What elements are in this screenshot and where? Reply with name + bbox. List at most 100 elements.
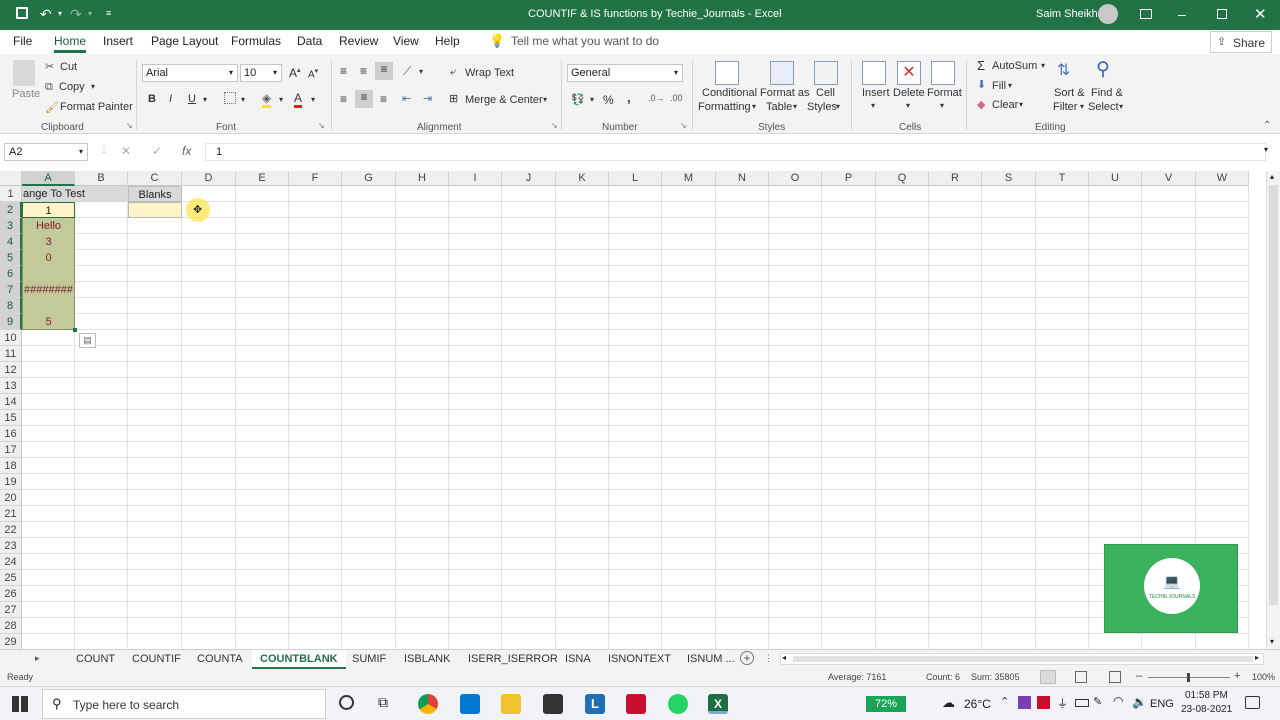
menu-file[interactable]: File [13,34,32,48]
merge-center-icon[interactable]: ⊞ [449,92,458,105]
insert-cells-icon[interactable] [862,61,886,85]
find-select-label-2[interactable]: Select [1088,101,1119,113]
row-header-22[interactable]: 22 [0,522,22,538]
row-header-29[interactable]: 29 [0,634,22,649]
column-header-h[interactable]: H [396,171,449,186]
wrap-text-button[interactable]: Wrap Text [465,67,514,79]
quick-analysis-icon[interactable]: ▤ [79,333,96,348]
column-header-i[interactable]: I [449,171,502,186]
column-header-a[interactable]: A [22,171,75,186]
status-count[interactable]: Count: 6 [926,672,960,682]
row-header-28[interactable]: 28 [0,618,22,634]
italic-button[interactable]: I [169,93,172,105]
column-header-e[interactable]: E [236,171,289,186]
undo-dropdown-icon[interactable]: ▾ [58,9,62,18]
chrome-icon[interactable] [418,694,438,714]
row-header-24[interactable]: 24 [0,554,22,570]
row-header-1[interactable]: 1 [0,186,22,202]
increase-decimal-icon[interactable]: .0→ [648,93,665,103]
number-launcher-icon[interactable]: ↘ [680,121,687,130]
wifi-icon[interactable]: ◠ [1113,694,1123,708]
menu-review[interactable]: Review [339,34,378,48]
select-all-corner[interactable] [0,171,22,186]
menu-insert[interactable]: Insert [103,34,133,48]
format-as-table-label-2[interactable]: Table [766,101,792,113]
column-header-l[interactable]: L [609,171,662,186]
copy-icon[interactable]: ⧉ [45,81,53,94]
percent-icon[interactable]: % [603,93,614,107]
decrease-decimal-icon[interactable]: .00 [670,93,683,103]
autosum-button[interactable]: AutoSum [992,60,1037,72]
cell-a3[interactable]: Hello [22,218,75,234]
column-header-w[interactable]: W [1196,171,1249,186]
whatsapp-icon[interactable] [668,694,688,714]
volume-icon[interactable]: 🔉 [1132,695,1147,709]
undo-icon[interactable]: ↶ [40,6,52,23]
column-header-f[interactable]: F [289,171,342,186]
row-header-18[interactable]: 18 [0,458,22,474]
vertical-scrollbar[interactable]: ▴ ▾ [1266,171,1280,649]
find-select-icon[interactable]: ⚲ [1096,58,1110,81]
close-icon[interactable]: ✕ [1254,5,1267,23]
underline-dropdown-icon[interactable]: ▾ [203,95,207,104]
confirm-entry-icon[interactable]: ✓ [152,144,162,158]
font-color-dropdown-icon[interactable]: ▾ [311,95,315,104]
clear-button[interactable]: Clear [992,99,1018,111]
status-average[interactable]: Average: 7161 [828,672,886,682]
column-header-g[interactable]: G [342,171,396,186]
sort-filter-label-2[interactable]: Filter [1053,101,1077,113]
decrease-font-icon[interactable]: A▾ [308,67,318,80]
copy-dropdown-icon[interactable]: ▾ [91,82,95,91]
font-size-select[interactable]: 10 ▾ [240,64,282,82]
tray-app-icon[interactable] [1018,696,1031,709]
scroll-up-icon[interactable]: ▴ [1270,172,1274,181]
taskbar-search-box[interactable]: ⚲ Type here to search [42,689,326,719]
align-bottom-icon[interactable]: ≡ [375,62,393,80]
tell-me-input[interactable]: Tell me what you want to do [511,34,659,48]
cortana-icon[interactable] [339,695,354,710]
align-right-icon[interactable]: ≡ [380,92,387,106]
mcafee-icon[interactable] [626,694,646,714]
column-header-c[interactable]: C [128,171,182,186]
zoom-level[interactable]: 100% [1252,672,1275,682]
align-left-icon[interactable]: ≡ [340,92,347,106]
merge-center-button[interactable]: Merge & Center [465,94,543,106]
ribbon-display-icon[interactable] [1140,9,1152,19]
fill-button[interactable]: Fill [992,80,1006,92]
paste-button[interactable]: Paste [12,88,40,100]
horizontal-scroll-thumb[interactable] [793,656,1253,662]
row-header-11[interactable]: 11 [0,346,22,362]
conditional-formatting-icon[interactable] [715,61,739,85]
zoom-slider-thumb[interactable] [1187,673,1190,682]
row-header-23[interactable]: 23 [0,538,22,554]
maximize-icon[interactable] [1217,9,1227,19]
row-header-10[interactable]: 10 [0,330,22,346]
usb-icon[interactable]: ⏚ [1057,695,1068,711]
increase-indent-icon[interactable]: ⇥ [423,92,432,105]
cell-a2[interactable]: 1 [22,202,75,218]
row-header-27[interactable]: 27 [0,602,22,618]
excel-icon[interactable]: X [708,694,728,714]
row-header-16[interactable]: 16 [0,426,22,442]
merge-dropdown-icon[interactable]: ▾ [543,95,547,104]
windows-start-icon[interactable] [12,696,28,712]
tabs-split-handle[interactable]: ⋮ [764,653,773,664]
task-view-icon[interactable]: ⧉ [378,694,388,711]
row-header-2[interactable]: 2 [0,202,22,218]
format-painter-icon[interactable]: 🖌 [45,101,59,114]
fill-color-dropdown-icon[interactable]: ▾ [279,95,283,104]
cell-c1[interactable]: Blanks [128,186,182,202]
menu-home[interactable]: Home [54,34,87,53]
column-header-t[interactable]: T [1036,171,1089,186]
decrease-indent-icon[interactable]: ⇤ [402,92,411,105]
number-format-select[interactable]: General ▾ [567,64,683,82]
user-name[interactable]: Saim Sheikh [1036,8,1098,20]
clock-date[interactable]: 23-08-2021 [1181,704,1232,715]
menu-help[interactable]: Help [435,34,460,48]
row-header-4[interactable]: 4 [0,234,22,250]
name-box[interactable]: A2 ▾ [4,143,88,161]
format-as-table-button[interactable]: Format as [760,87,810,99]
fill-color-icon[interactable]: ◈ [262,91,272,108]
clipboard-launcher-icon[interactable]: ↘ [126,121,133,130]
row-header-8[interactable]: 8 [0,298,22,314]
